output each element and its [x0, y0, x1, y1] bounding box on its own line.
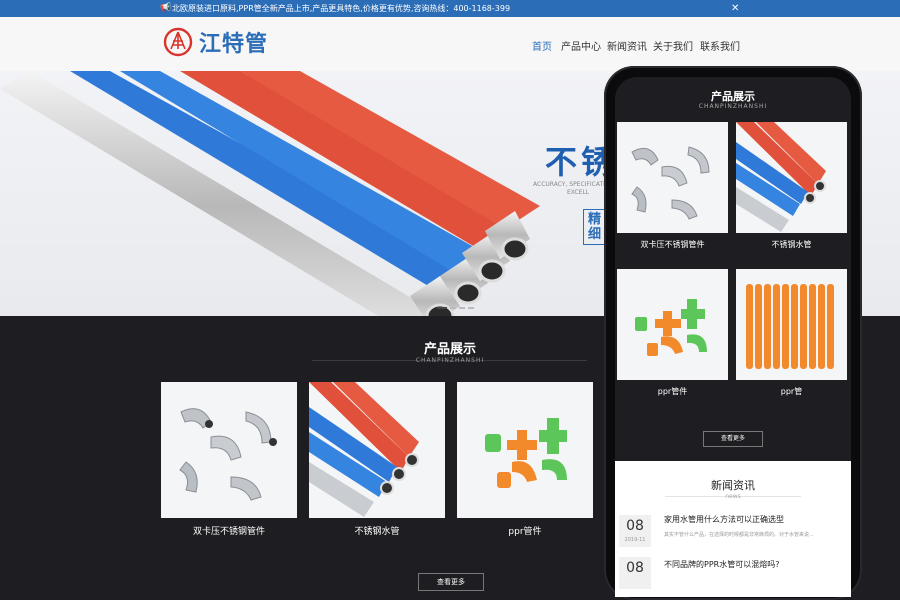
carousel-dots — [437, 307, 474, 309]
close-icon[interactable]: ✕ — [731, 0, 739, 17]
mobile-product-card[interactable] — [736, 269, 847, 380]
news-day: 08 — [626, 560, 644, 576]
mobile-news-subtitle: news — [725, 493, 741, 500]
news-date: 08 2019-11 — [619, 515, 651, 547]
notice-bar: 📢 北欧原装进口原料,PPR管全新产品上市,产品更具特色,价格更有优势,咨询热线… — [0, 0, 900, 17]
product-card-fittings[interactable] — [161, 382, 297, 518]
mobile-screen: 产品展示 CHANPINZHANSHI 双卡压不锈钢管件 不锈钢水管 ppr管件… — [615, 77, 851, 597]
brand-name: 江特管 — [199, 32, 269, 57]
banner-subtext-2: EXCELL — [567, 189, 590, 196]
product-label[interactable]: 不锈钢水管 — [309, 524, 445, 537]
mobile-product-card[interactable] — [617, 269, 728, 380]
steel-pipes-image — [736, 122, 826, 232]
carousel-dot[interactable] — [437, 307, 447, 309]
nav-about[interactable]: 关于我们 — [653, 38, 693, 53]
ppr-pipes-image — [746, 284, 834, 369]
nav-products[interactable]: 产品中心 — [561, 38, 601, 53]
notice-text: 北欧原装进口原料,PPR管全新产品上市,产品更具特色,价格更有优势,咨询热线：4… — [172, 4, 511, 13]
mobile-product-card[interactable] — [736, 122, 847, 233]
steel-fittings-image — [179, 408, 277, 501]
products-title: 产品展示 — [423, 342, 476, 357]
news-date: 08 — [619, 557, 651, 589]
mobile-product-label[interactable]: ppr管 — [736, 386, 847, 397]
product-label[interactable]: 双卡压不锈钢管件 — [161, 524, 297, 537]
mobile-product-label[interactable]: 不锈钢水管 — [736, 239, 847, 250]
view-more-button[interactable]: 查看更多 — [418, 573, 484, 591]
news-day: 08 — [626, 518, 644, 534]
steel-pipes-image — [309, 382, 419, 517]
site-header: 江特管 首页 产品中心 新闻资讯 关于我们 联系我们 — [0, 17, 900, 71]
ppr-fittings-image — [485, 418, 567, 488]
mobile-news-section: 新闻资讯 news 08 2019-11 家用水管用什么方法可以正确选型 其实不… — [615, 461, 851, 597]
products-subtitle: CHANPINZHANSHI — [415, 357, 485, 364]
nav-home[interactable]: 首页 — [532, 38, 552, 53]
mobile-product-label[interactable]: 双卡压不锈钢管件 — [617, 239, 728, 250]
mobile-product-card[interactable] — [617, 122, 728, 233]
mobile-product-label[interactable]: ppr管件 — [617, 386, 728, 397]
news-year-month: 2019-11 — [624, 537, 646, 543]
carousel-dot[interactable] — [450, 307, 456, 309]
logo-mark-icon — [163, 27, 193, 57]
mobile-products-title: 产品展示 — [711, 90, 755, 103]
ppr-fittings-image — [635, 299, 707, 356]
megaphone-icon: 📢 — [160, 3, 172, 13]
product-card-pipes[interactable] — [309, 382, 445, 518]
product-card-ppr-fittings[interactable] — [457, 382, 593, 518]
mobile-news-title: 新闻资讯 — [711, 479, 755, 492]
news-headline[interactable]: 家用水管用什么方法可以正确选型 — [664, 514, 784, 525]
nav-contact[interactable]: 联系我们 — [700, 38, 740, 53]
nav-news[interactable]: 新闻资讯 — [607, 38, 647, 53]
mobile-products-subtitle: CHANPINZHANSHI — [698, 103, 768, 110]
carousel-dot[interactable] — [468, 307, 474, 309]
news-headline[interactable]: 不同品牌的PPR水管可以混熔吗? — [664, 559, 779, 570]
news-excerpt: 其实不管什么产品，在选择的时候都是非常麻烦的。对于水管来说... — [664, 532, 814, 538]
logo[interactable]: 江特管 — [163, 26, 268, 58]
product-label[interactable]: ppr管件 — [457, 524, 593, 537]
steel-fittings-image — [631, 146, 710, 220]
banner-subtext: ACCURACY, SPECIFICATI — [533, 181, 605, 188]
carousel-dot[interactable] — [459, 307, 465, 309]
mobile-view-more-button[interactable]: 查看更多 — [703, 431, 763, 447]
